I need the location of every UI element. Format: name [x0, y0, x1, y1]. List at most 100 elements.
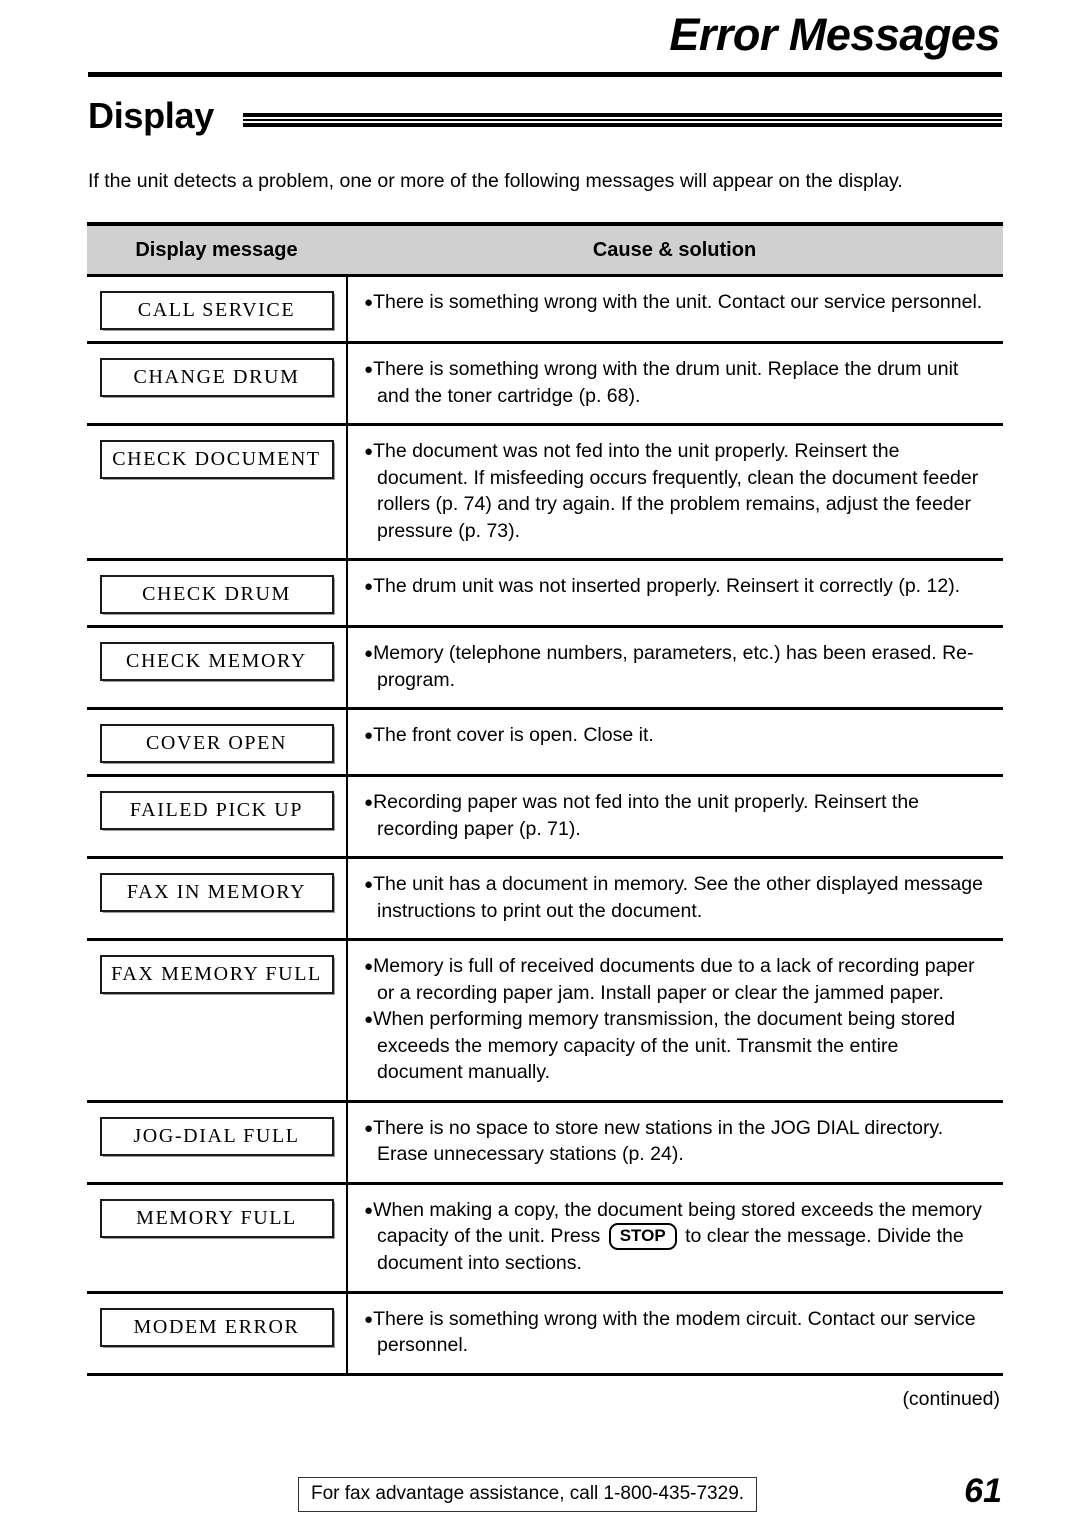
bullet-dot: ● — [364, 958, 374, 975]
cause-solution-cell: ●There is no space to store new stations… — [346, 1102, 1003, 1182]
cause-solution-cell: ●The front cover is open. Close it. — [346, 710, 1003, 774]
lcd-message-box: MEMORY FULL — [99, 1198, 334, 1238]
display-message-cell: FAX IN MEMORY — [87, 859, 346, 912]
table-header-row: Display message Cause & solution — [87, 226, 1003, 274]
cause-solution-cell: ●Memory (telephone numbers, parameters, … — [346, 628, 1003, 707]
cause-bullet: ●There is something wrong with the unit.… — [364, 289, 989, 316]
cause-bullet: ●There is no space to store new stations… — [364, 1115, 989, 1168]
cause-solution-cell: ●There is something wrong with the modem… — [346, 1293, 1003, 1373]
cause-solution-cell: ●There is something wrong with the drum … — [346, 344, 1003, 423]
display-message-cell: CHECK DOCUMENT — [87, 426, 346, 479]
header-divider — [88, 72, 1002, 77]
bullet-dot: ● — [364, 1011, 374, 1028]
table-row: CHECK DOCUMENT ●The document was not fed … — [87, 426, 1003, 558]
cause-bullet-text: When performing memory transmission, the… — [373, 1008, 956, 1083]
bullet-dot: ● — [364, 727, 374, 744]
lcd-message-box: CHECK DRUM — [99, 575, 334, 614]
display-message-cell: CHECK DRUM — [87, 561, 346, 614]
chapter-title: Error Messages — [669, 9, 1000, 60]
bullet-dot: ● — [364, 443, 374, 460]
cause-bullet: ●The unit has a document in memory. See … — [364, 871, 989, 924]
cause-bullet: ●Memory (telephone numbers, parameters, … — [364, 640, 989, 693]
display-message-cell: MEMORY FULL — [87, 1185, 346, 1238]
lcd-message-box: FAX MEMORY FULL — [99, 955, 334, 994]
section-title: Display — [88, 95, 214, 136]
cause-bullet: ●When making a copy, the document being … — [364, 1197, 989, 1277]
display-message-cell: JOG-DIAL FULL — [87, 1103, 346, 1156]
cause-solution-cell: ●The document was not fed into the unit … — [346, 426, 1003, 558]
table-bottom-rule — [87, 1372, 1003, 1376]
lcd-message-box: CHECK MEMORY — [99, 642, 334, 681]
table-row: MEMORY FULL ●When making a copy, the docu… — [87, 1184, 1003, 1291]
bullet-dot: ● — [364, 794, 374, 811]
cause-bullet-text: The front cover is open. Close it. — [373, 724, 654, 746]
cause-bullet-text: Recording paper was not fed into the uni… — [373, 791, 920, 840]
cause-bullet-text: The document was not fed into the unit p… — [373, 440, 979, 542]
display-message-cell: CALL SERVICE — [87, 277, 346, 330]
table-row: CHECK MEMORY ●Memory (telephone numbers, … — [87, 628, 1003, 707]
cause-bullet: ●The drum unit was not inserted properly… — [364, 573, 989, 600]
bullet-dot: ● — [364, 1310, 374, 1328]
lcd-message-box: FAILED PICK UP — [99, 791, 334, 830]
bullet-dot: ● — [364, 876, 374, 893]
manual-page: Error Messages Display If the unit detec… — [0, 0, 1080, 1526]
display-message-cell: MODEM ERROR — [87, 1294, 346, 1347]
cause-bullet: ●When performing memory transmission, th… — [364, 1006, 989, 1086]
section-heading: Display — [88, 94, 1002, 142]
cause-bullet-text: The unit has a document in memory. See t… — [373, 873, 983, 922]
cause-bullet-text: There is something wrong with the unit. … — [373, 291, 983, 313]
cause-solution-cell: ●Recording paper was not fed into the un… — [346, 777, 1003, 856]
lcd-message-box: CALL SERVICE — [99, 291, 334, 330]
cause-solution-cell: ●When making a copy, the document being … — [346, 1184, 1003, 1291]
table-row: MODEM ERROR ●There is something wrong wit… — [87, 1293, 1003, 1373]
lcd-message-box: COVER OPEN — [99, 724, 334, 763]
cause-bullet: ●Memory is full of received documents du… — [364, 953, 989, 1006]
bullet-dot: ● — [364, 294, 374, 311]
bullet-dot: ● — [364, 578, 374, 595]
lcd-message-box: CHECK DOCUMENT — [99, 440, 334, 479]
cause-solution-cell: ●The drum unit was not inserted properly… — [346, 561, 1003, 625]
error-messages-table: Display message Cause & solution CALL SE… — [87, 222, 1003, 1376]
cause-solution-cell: ●Memory is full of received documents du… — [346, 941, 1003, 1100]
cause-bullet-text: The drum unit was not inserted properly.… — [373, 575, 961, 597]
table-row: CHANGE DRUM ●There is something wrong wit… — [87, 344, 1003, 423]
display-message-cell: COVER OPEN — [87, 710, 346, 763]
bullet-dot: ● — [364, 645, 374, 662]
cause-bullet: ●The document was not fed into the unit … — [364, 438, 989, 544]
intro-paragraph: If the unit detects a problem, one or mo… — [88, 170, 903, 192]
bullet-dot: ● — [364, 361, 374, 378]
table-row: FAX MEMORY FULL ●Memory is full of receiv… — [87, 941, 1003, 1100]
table-row: FAILED PICK UP ●Recording paper was not f… — [87, 777, 1003, 856]
table-row: CALL SERVICE ●There is something wrong wi… — [87, 277, 1003, 341]
cause-bullet: ●There is something wrong with the drum … — [364, 356, 989, 409]
cause-bullet-text: There is something wrong with the drum u… — [373, 358, 959, 407]
cause-bullet: ●Recording paper was not fed into the un… — [364, 789, 989, 842]
continued-label: (continued) — [902, 1388, 1000, 1410]
page-number: 61 — [964, 1472, 1002, 1510]
table-row: COVER OPEN ●The front cover is open. Clos… — [87, 710, 1003, 774]
lcd-message-box: FAX IN MEMORY — [99, 873, 334, 912]
column-header-display-message: Display message — [135, 238, 298, 261]
bullet-dot: ● — [364, 1201, 374, 1219]
cause-bullet-text: Memory is full of received documents due… — [373, 955, 975, 1004]
cause-bullet: ●The front cover is open. Close it. — [364, 722, 989, 749]
bullet-dot: ● — [364, 1119, 374, 1137]
display-message-cell: FAX MEMORY FULL — [87, 941, 346, 994]
table-row: JOG-DIAL FULL ●There is no space to store… — [87, 1102, 1003, 1182]
cause-solution-cell: ●The unit has a document in memory. See … — [346, 859, 1003, 938]
table-row: FAX IN MEMORY ●The unit has a document in… — [87, 859, 1003, 938]
column-header-cause-solution: Cause & solution — [592, 238, 757, 261]
cause-bullet: ●There is something wrong with the modem… — [364, 1306, 989, 1359]
fax-advantage-notice: For fax advantage assistance, call 1-800… — [298, 1477, 758, 1512]
section-rule — [243, 113, 1002, 127]
lcd-message-box: MODEM ERROR — [99, 1307, 334, 1347]
lcd-message-box: JOG-DIAL FULL — [99, 1116, 334, 1156]
table-row: CHECK DRUM ●The drum unit was not inserte… — [87, 561, 1003, 625]
lcd-message-box: CHANGE DRUM — [99, 358, 334, 397]
stop-key-label: STOP — [608, 1223, 677, 1250]
cause-bullet-text: There is something wrong with the modem … — [373, 1307, 976, 1357]
display-message-cell: FAILED PICK UP — [87, 777, 346, 830]
display-message-cell: CHECK MEMORY — [87, 628, 346, 681]
cause-solution-cell: ●There is something wrong with the unit.… — [346, 277, 1003, 341]
cause-bullet-text: Memory (telephone numbers, parameters, e… — [373, 642, 974, 691]
